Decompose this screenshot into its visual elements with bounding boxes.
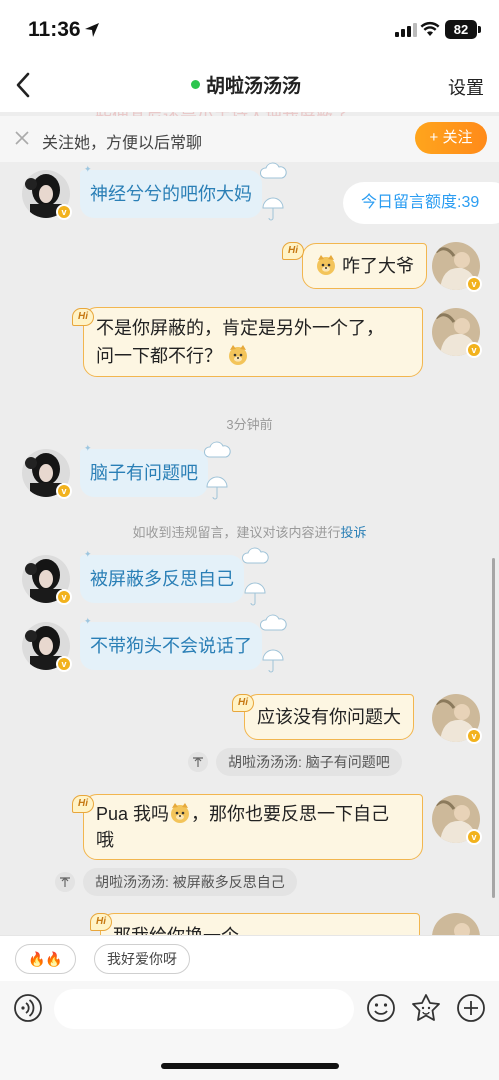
message-bubble-sent[interactable]: Pua 我吗 ，那你也要反思一下自己 哦: [83, 794, 423, 860]
umbrella-decoration-icon: [262, 197, 284, 221]
avatar-self[interactable]: v: [432, 694, 482, 744]
message-input[interactable]: [54, 989, 354, 1029]
wifi-icon: [420, 21, 440, 36]
quoted-reply[interactable]: 胡啦汤汤汤: 被屏蔽多反思自己: [55, 868, 325, 896]
umbrella-decoration-icon: [262, 649, 284, 673]
message-text: Pua 我吗: [96, 804, 170, 824]
follow-prompt-text: 关注她，方便以后常聊: [42, 135, 203, 152]
quick-reply-chip[interactable]: 🔥🔥: [15, 944, 76, 974]
battery-indicator: 82: [445, 20, 477, 39]
signal-icon: [395, 23, 417, 37]
umbrella-decoration-icon: [244, 582, 266, 606]
umbrella-decoration-icon: [206, 476, 228, 500]
message-text-line: Pua 我吗 ，那你也要反思一下自己: [96, 801, 410, 827]
quoted-text: 胡啦汤汤汤: 脑子有问题吧: [216, 748, 402, 776]
avatar-self[interactable]: v: [432, 795, 482, 845]
hi-badge: Hi: [232, 694, 254, 712]
avatar-other[interactable]: v: [22, 170, 72, 220]
doge-emoji-icon: [229, 345, 248, 365]
settings-button[interactable]: 设置: [448, 74, 484, 100]
cloud-decoration-icon: [241, 547, 269, 564]
verified-badge: v: [466, 829, 482, 845]
status-time: 11:36: [28, 18, 81, 41]
message-text-line: 问一下都不行？: [96, 342, 410, 370]
follow-banner: 关注她，方便以后常聊 + 关注: [0, 116, 499, 162]
message-text: 咋了大爷: [342, 256, 415, 276]
close-icon[interactable]: [14, 130, 30, 146]
message-text: ，那你也要反思一下自己: [191, 804, 390, 824]
home-indicator: [161, 1063, 339, 1069]
verified-badge: v: [56, 656, 72, 672]
verified-badge: v: [56, 483, 72, 499]
verified-badge: v: [56, 589, 72, 605]
message-bubble-received[interactable]: 被屏蔽多反思自己: [80, 555, 244, 603]
notice-text: 如收到违规留言，建议对该内容进行: [132, 525, 341, 540]
avatar-self[interactable]: [432, 913, 480, 935]
message-bubble-received[interactable]: 神经兮兮的吧你大妈: [80, 170, 262, 218]
quote-icon: [55, 872, 75, 892]
smiley-icon[interactable]: [366, 993, 396, 1023]
cloud-decoration-icon: [259, 162, 287, 179]
avatar-self[interactable]: v: [432, 242, 482, 292]
verified-badge: v: [56, 204, 72, 220]
daily-message-quota[interactable]: 今日留言额度:39: [343, 182, 499, 224]
message-bubble-received[interactable]: 不带狗头不会说话了: [80, 622, 262, 670]
quick-reply-bar: 🔥🔥 我好爱你呀: [0, 935, 499, 981]
verified-badge: v: [466, 276, 482, 292]
message-text: 问一下都不行？: [96, 346, 222, 366]
quote-icon: [188, 752, 208, 772]
doge-emoji-icon: [317, 255, 335, 275]
quoted-text: 胡啦汤汤汤: 被屏蔽多反思自己: [83, 868, 297, 896]
battery-cap: [478, 26, 481, 33]
sparkle-decoration: ✦: [84, 443, 92, 453]
message-bubble-sent[interactable]: 不是你屏蔽的，肯定是另外一个了， 问一下都不行？: [83, 307, 423, 377]
message-timestamp: 3分钟前: [226, 417, 273, 432]
doge-emoji-icon: [171, 803, 190, 823]
location-arrow-icon: [85, 23, 99, 37]
online-status-dot: [191, 80, 200, 89]
voice-icon[interactable]: [13, 993, 43, 1023]
status-bar: 11:36 82: [0, 0, 499, 60]
hi-badge: Hi: [72, 795, 94, 813]
message-bubble-received[interactable]: 脑子有问题吧: [80, 449, 208, 497]
message-bubble-sent[interactable]: 咋了大爷: [302, 243, 428, 289]
avatar-other[interactable]: v: [22, 555, 72, 605]
report-link[interactable]: 投诉: [341, 525, 367, 540]
moderation-notice: 如收到违规留言，建议对该内容进行投诉: [0, 522, 499, 541]
avatar-other[interactable]: v: [22, 622, 72, 672]
message-bubble-sent[interactable]: 那我给你换一个: [100, 913, 420, 935]
follow-button[interactable]: + 关注: [415, 122, 487, 154]
verified-badge: v: [466, 728, 482, 744]
scrollbar-thumb[interactable]: [492, 558, 495, 898]
quoted-reply[interactable]: 胡啦汤汤汤: 脑子有问题吧: [188, 748, 428, 776]
chevron-left-icon[interactable]: [12, 70, 36, 100]
cloud-decoration-icon: [259, 614, 287, 631]
partial-message-row: 那我给你换一个 Hi: [0, 905, 499, 935]
sticker-icon[interactable]: [411, 993, 441, 1023]
avatar-image: [432, 913, 480, 935]
avatar-other[interactable]: v: [22, 449, 72, 499]
nav-bar: 胡啦汤汤汤 设置: [0, 60, 499, 112]
verified-badge: v: [466, 342, 482, 358]
cloud-decoration-icon: [203, 441, 231, 458]
sparkle-decoration: ✦: [84, 616, 92, 626]
plus-icon[interactable]: [456, 993, 486, 1023]
avatar-self[interactable]: v: [432, 308, 482, 358]
message-text-line: 不是你屏蔽的，肯定是另外一个了，: [96, 318, 384, 338]
message-text-line: 哦: [96, 830, 114, 850]
sparkle-decoration: ✦: [84, 164, 92, 174]
sparkle-decoration: ✦: [84, 549, 92, 559]
hi-badge: Hi: [72, 308, 94, 326]
message-bubble-sent[interactable]: 应该没有你问题大: [244, 694, 414, 740]
hi-badge: Hi: [90, 913, 112, 931]
chat-title[interactable]: 胡啦汤汤汤: [206, 71, 301, 98]
hi-badge: Hi: [282, 242, 304, 260]
quick-reply-chip[interactable]: 我好爱你呀: [94, 944, 190, 974]
